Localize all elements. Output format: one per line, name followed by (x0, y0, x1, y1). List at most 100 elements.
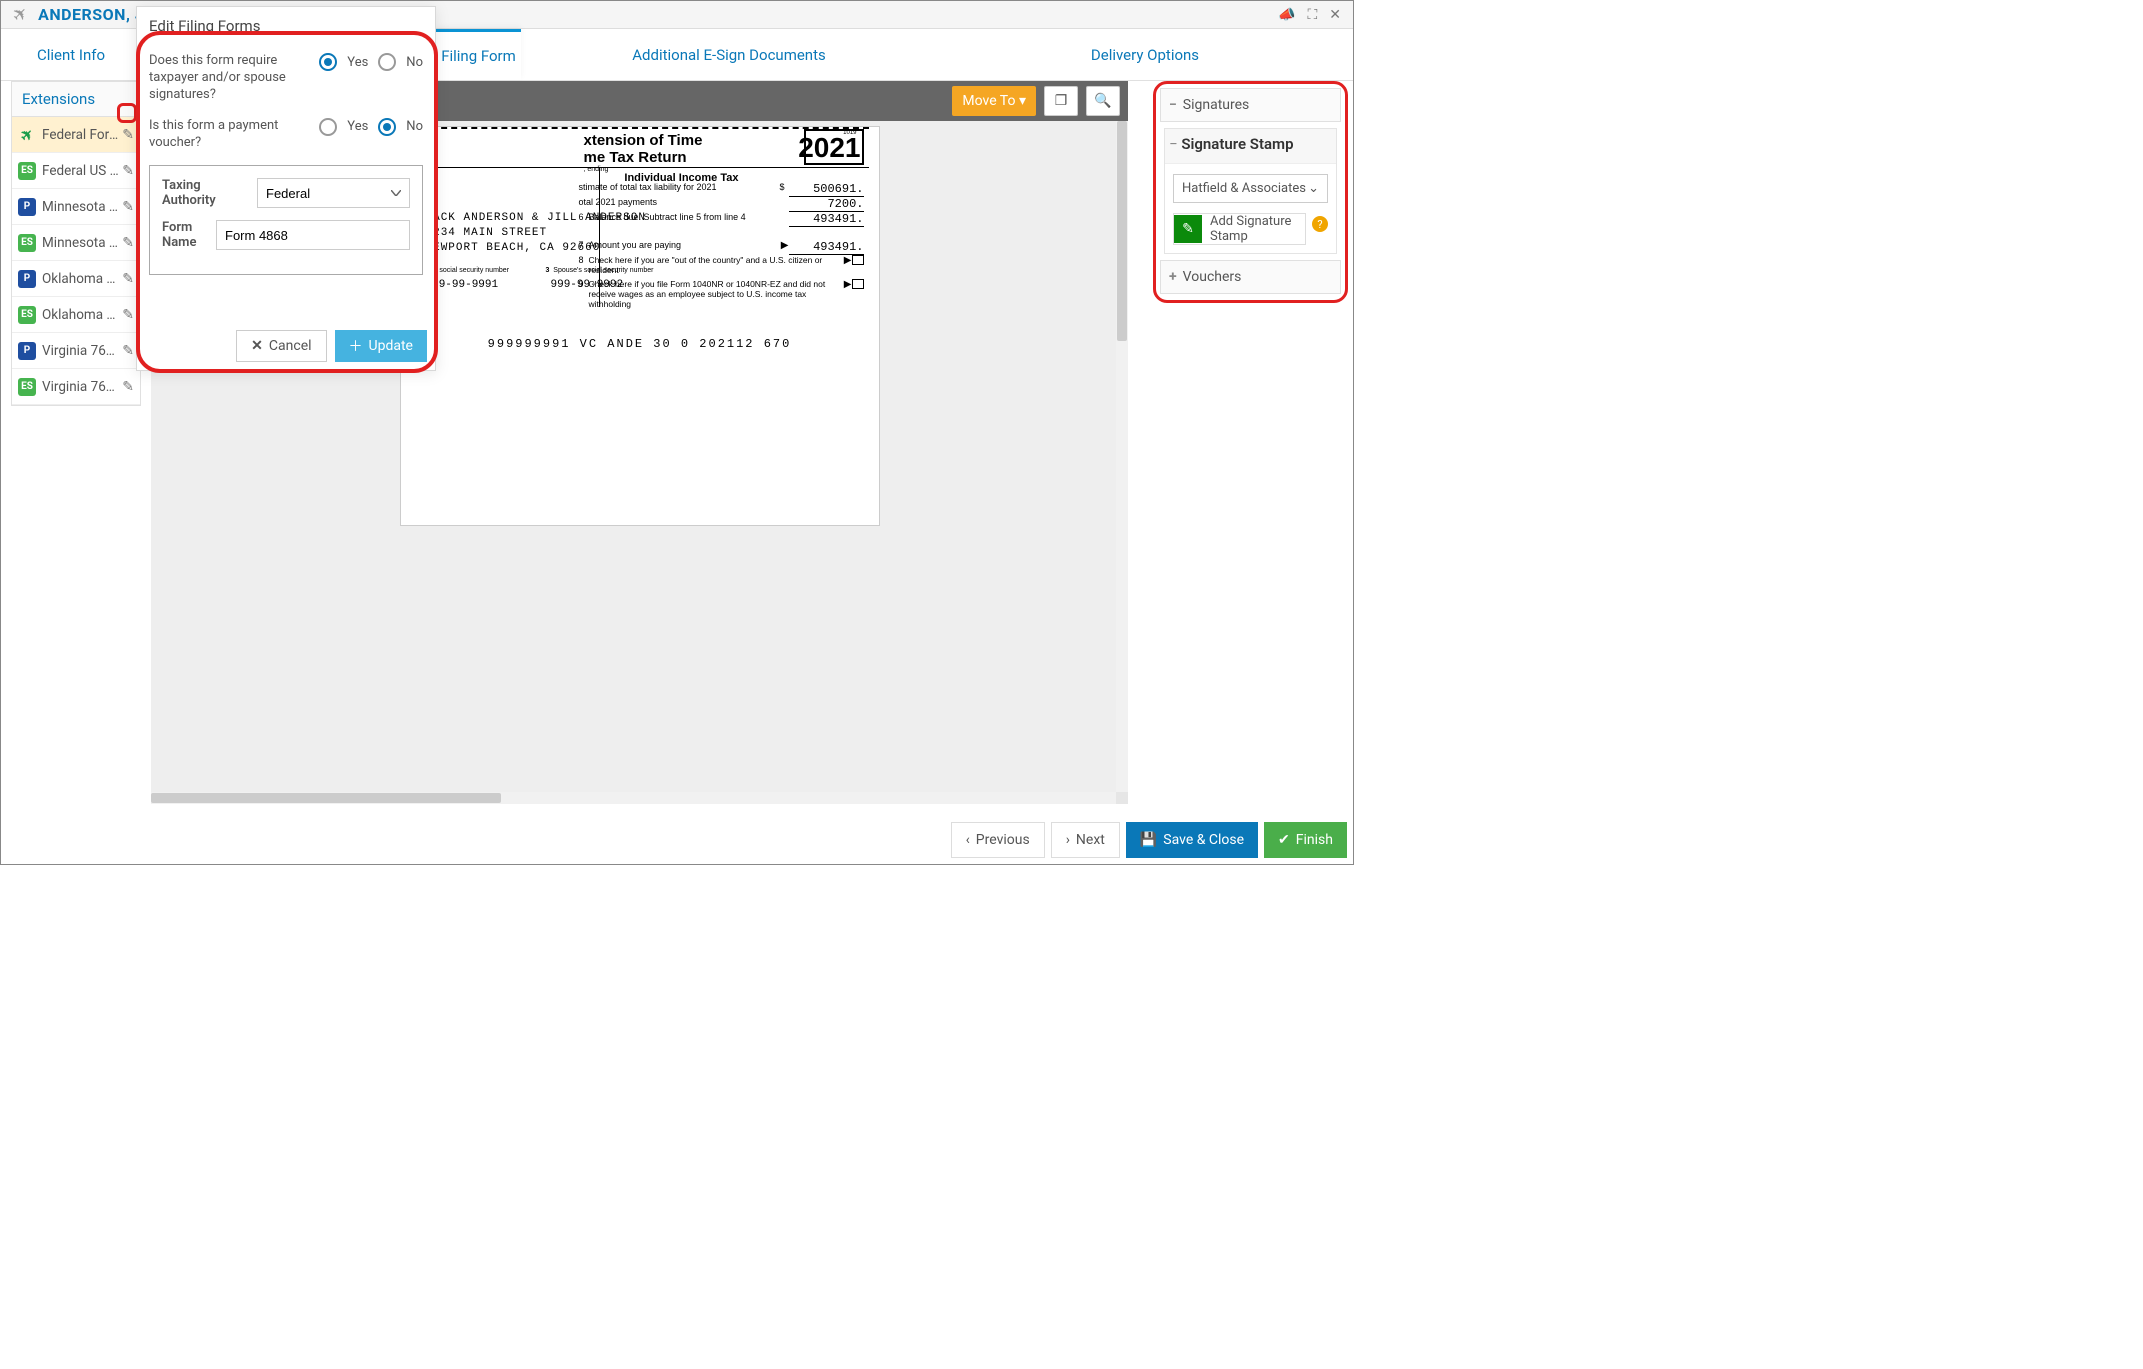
signer-select[interactable]: Hatfield & Associates ⌄ (1173, 174, 1328, 203)
plus-icon: ＋ (349, 336, 363, 356)
ext-row-ok-504i[interactable]: P Oklahoma 504-I ✎ (12, 261, 140, 297)
previous-label: Previous (976, 832, 1030, 848)
save-and-close-button[interactable]: 💾Save & Close (1126, 822, 1258, 858)
edit-icon[interactable]: ✎ (122, 199, 134, 215)
next-button[interactable]: ›Next (1051, 822, 1120, 858)
edit-icon[interactable]: ✎ (122, 271, 134, 287)
form-details-box: Taxing Authority Federal Form Name (149, 165, 423, 275)
horizontal-scrollbar[interactable] (151, 792, 1116, 804)
form-footer-code: 999999991 VC ANDE 30 0 202112 670 (401, 337, 879, 351)
edit-icon[interactable]: ✎ (122, 163, 134, 179)
taxing-authority-select[interactable]: Federal (257, 178, 410, 208)
move-to-button[interactable]: Move To ▾ (952, 86, 1036, 116)
ext-row-label: Federal US 1040-ES (42, 163, 122, 179)
signature-stamp-header: − Signature Stamp (1165, 129, 1336, 164)
q2-no-radio[interactable] (378, 118, 396, 136)
move-to-label: Move To (962, 93, 1015, 109)
omb-small: 1019 (843, 130, 856, 136)
taxpayer-addr1: 1234 MAIN STREET (426, 227, 548, 239)
p-badge-icon: P (18, 270, 36, 288)
ext-row-mn-est[interactable]: ES Minnesota EST ✎ (12, 225, 140, 261)
vouchers-accordion-header[interactable]: +Vouchers (1160, 260, 1341, 294)
ext-row-mn-1040[interactable]: P Minnesota MN 1040 Exte… ✎ (12, 189, 140, 225)
announce-icon[interactable]: 📣 (1278, 7, 1295, 23)
form-year: 2021 (798, 132, 860, 164)
tab-client-info[interactable]: Client Info (1, 29, 141, 80)
form-name-input[interactable] (216, 220, 410, 250)
finish-button[interactable]: ✔ Finish (1264, 822, 1347, 858)
help-icon[interactable]: ? (1312, 216, 1328, 232)
pencil-icon: ✎ (1174, 215, 1202, 243)
checkbox (852, 279, 864, 289)
modal-title: Edit Filing Forms (137, 7, 435, 45)
ext-row-label: Oklahoma 504-I (42, 271, 122, 287)
ssn-2: 999-99-9992 (551, 279, 624, 291)
cancel-button[interactable]: ✕ Cancel (236, 330, 326, 362)
line6-value: 493491. (789, 212, 864, 227)
signature-stamp-card: − Signature Stamp Hatfield & Associates … (1164, 128, 1337, 254)
fullscreen-icon[interactable]: ⛶ (1307, 7, 1317, 23)
right-panel-highlight: −Signatures − Signature Stamp Hatfield &… (1153, 81, 1348, 303)
es-badge-icon: ES (18, 162, 36, 180)
edit-icon[interactable]: ✎ (122, 379, 134, 395)
header-right-icons: 📣 ⛶ ✕ (1278, 7, 1341, 23)
ssn-header-2: Spouse's social security number (553, 267, 653, 274)
arrow-icon: ▶ (781, 240, 789, 255)
q1-yes-radio[interactable] (319, 53, 337, 71)
ext-row-label: Virginia 760IP (42, 343, 122, 359)
tab-additional-esign[interactable]: Additional E-Sign Documents (521, 29, 937, 80)
es-badge-icon: ES (18, 234, 36, 252)
ext-row-federal-4868[interactable]: ✈ Federal Form 4868 ✎ (12, 117, 140, 153)
rocket-icon: ✈ (14, 122, 39, 147)
ext-row-va-760es[interactable]: ES Virginia 760ES ✎ (12, 369, 140, 405)
close-icon[interactable]: ✕ (1329, 7, 1341, 23)
scroll-corner (1116, 792, 1128, 804)
ext-row-va-760ip[interactable]: P Virginia 760IP ✎ (12, 333, 140, 369)
chevron-left-icon: ‹ (966, 832, 970, 848)
edit-icon[interactable]: ✎ (122, 307, 134, 323)
ssn-header-1: Your social security number (423, 267, 509, 274)
minus-icon: − (1169, 97, 1177, 113)
multipage-icon[interactable]: ❐ (1044, 86, 1078, 116)
no-label: No (406, 119, 423, 134)
signer-selected-label: Hatfield & Associates (1182, 181, 1306, 196)
line4-value: 500691. (789, 182, 864, 197)
save-close-label: Save & Close (1163, 832, 1244, 848)
ext-row-ok-ow8es[interactable]: ES Oklahoma OW-8-ES ✎ (12, 297, 140, 333)
q2-yes-radio[interactable] (319, 118, 337, 136)
yes-label: Yes (347, 119, 368, 134)
q1-no-radio[interactable] (378, 53, 396, 71)
signatures-header-label: Signatures (1183, 97, 1250, 113)
search-icon[interactable]: 🔍 (1086, 86, 1120, 116)
rocket-icon: ✈ (8, 2, 34, 28)
add-signature-stamp-button[interactable]: ✎ Add Signature Stamp (1173, 213, 1306, 245)
plus-icon: + (1169, 269, 1177, 285)
payment-voucher-question: Is this form a payment voucher? (149, 118, 319, 152)
vertical-scrollbar[interactable] (1116, 121, 1128, 792)
ssn-1: 999-99-9991 (426, 279, 499, 291)
edit-icon[interactable]: ✎ (122, 343, 134, 359)
form-name-label: Form Name (162, 220, 216, 250)
tab-filing-form[interactable]: Filing Form (436, 29, 521, 80)
cancel-label: Cancel (269, 338, 312, 354)
signatures-accordion-header[interactable]: −Signatures (1160, 88, 1341, 122)
taxing-authority-label: Taxing Authority (162, 178, 257, 208)
add-signature-label: Add Signature Stamp (1202, 214, 1305, 244)
edit-icon[interactable]: ✎ (122, 127, 134, 143)
ext-row-federal-1040es[interactable]: ES Federal US 1040-ES ✎ (12, 153, 140, 189)
p-badge-icon: P (18, 342, 36, 360)
close-icon: ✕ (251, 338, 263, 354)
previous-button[interactable]: ‹ Previous (951, 822, 1045, 858)
caret-down-icon: ▾ (1019, 93, 1026, 109)
es-badge-icon: ES (18, 378, 36, 396)
scrollbar-thumb[interactable] (1117, 121, 1127, 341)
next-label: Next (1076, 832, 1105, 848)
tab-client-info-label: Client Info (37, 46, 105, 64)
tab-delivery-label: Delivery Options (1091, 46, 1199, 64)
update-button[interactable]: ＋Update (335, 330, 427, 362)
scrollbar-thumb[interactable] (151, 793, 501, 803)
finish-label: Finish (1296, 832, 1333, 848)
edit-icon[interactable]: ✎ (122, 235, 134, 251)
tab-delivery-options[interactable]: Delivery Options (937, 29, 1353, 80)
check-icon: ✔ (1278, 832, 1290, 848)
